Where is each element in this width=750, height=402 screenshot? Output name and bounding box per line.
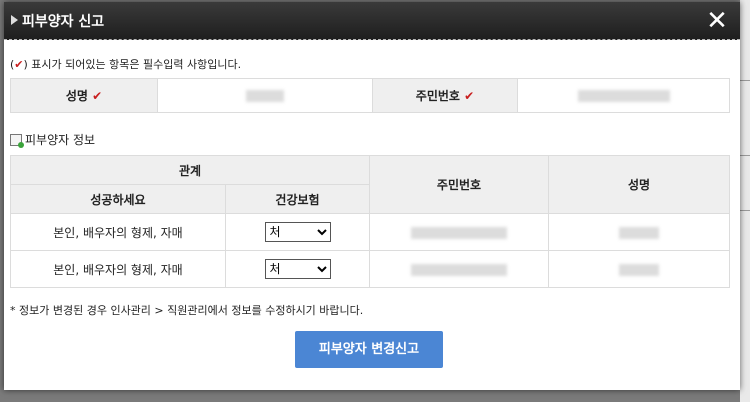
check-icon: ✔ [14,58,24,71]
name-header: 성명 [548,155,730,214]
rrn-value-cell [517,78,730,113]
name-label-cell: 성명 ✔ [10,78,158,113]
blurred-rrn [411,226,507,239]
relation-cell: 본인, 배우자의 형제, 자매 [10,250,226,288]
footer-note: * 정보가 변경된 경우 인사관리 > 직원관리에서 정보를 수정하시기 바랍니… [10,304,364,317]
title-divider [4,39,740,40]
applicant-table: 성명 ✔ 주민번호 ✔ [10,78,730,113]
required-notice: (✔) 표시가 되어있는 항목은 필수입력 사항입니다. [10,58,242,71]
blurred-rrn [577,90,670,102]
background-line [740,80,750,81]
blurred-name [246,90,284,102]
relation-header: 관계 [10,155,370,185]
check-icon: ✔ [92,89,103,103]
dialog-title: 피부양자 신고 [22,14,105,30]
health-header: 건강보험 [225,184,370,214]
health-cell: 처 [225,250,370,288]
background-panel [740,0,750,402]
background-line [740,210,750,211]
health-select[interactable]: 처 [264,222,331,242]
add-document-icon [10,133,24,148]
dependent-table: 관계 주민번호 성명 성공하세요 건강보험 본인, 배우자의 형제, 자매 처 … [10,155,730,288]
health-cell: 처 [225,213,370,251]
background-line [740,155,750,156]
dialog-titlebar: 피부양자 신고 ✕ [4,2,740,40]
name-cell [548,213,730,251]
rrn-label-cell: 주민번호 ✔ [372,78,518,113]
blurred-name [619,226,659,239]
submit-button[interactable]: 피부양자 변경신고 [295,331,443,368]
table-row: 본인, 배우자의 형제, 자매 처 [10,213,730,251]
title-triangle-icon [11,15,18,25]
rrn-header: 주민번호 [369,155,549,214]
table-row: 본인, 배우자의 형제, 자매 처 [10,250,730,288]
close-icon[interactable]: ✕ [702,6,732,36]
name-cell [548,250,730,288]
health-select[interactable]: 처 [264,259,331,279]
rrn-cell [369,250,549,288]
section-title: 피부양자 정보 [10,131,95,148]
check-icon: ✔ [464,89,475,103]
relation-cell: 본인, 배우자의 형제, 자매 [10,213,226,251]
blurred-name [619,263,659,276]
blurred-rrn [411,263,507,276]
name-value-cell [157,78,373,113]
ssc-header: 성공하세요 [10,184,226,214]
rrn-cell [369,213,549,251]
